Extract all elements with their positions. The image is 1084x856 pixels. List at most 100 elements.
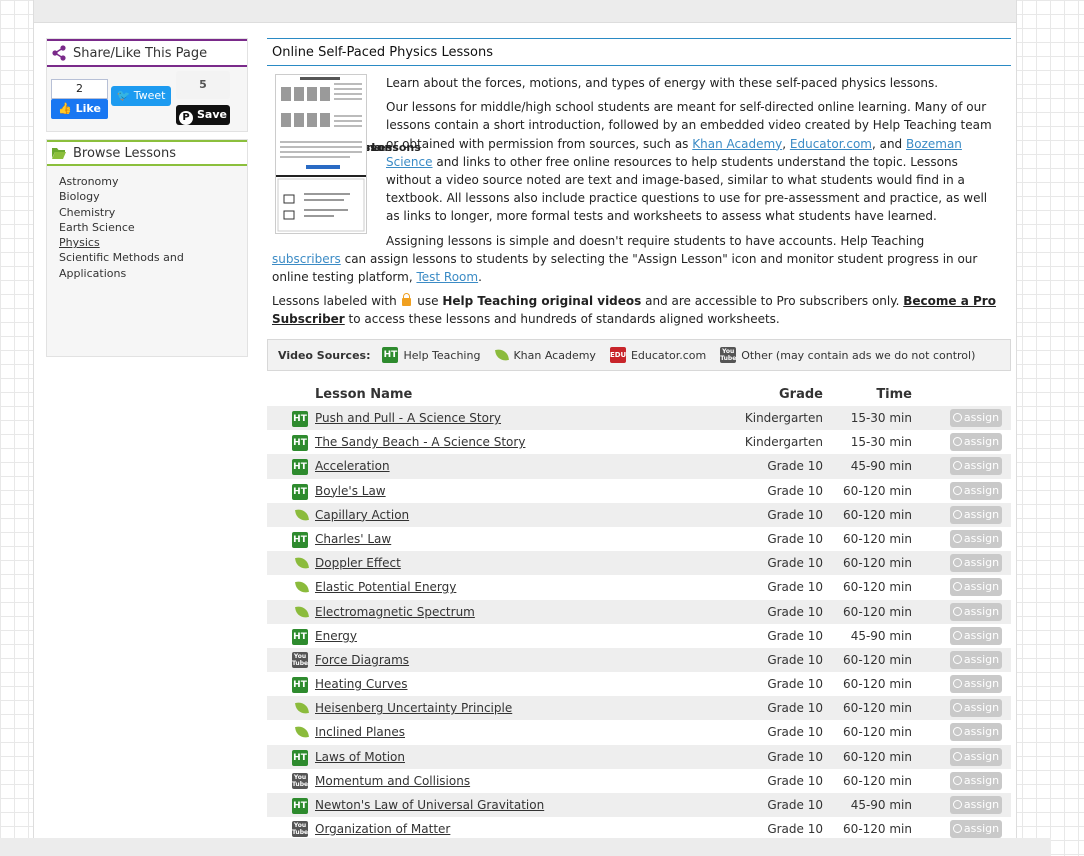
assign-button[interactable]: assign xyxy=(950,699,1002,718)
lesson-link[interactable]: Elastic Potential Energy xyxy=(315,580,456,594)
lesson-time: 45-90 min xyxy=(850,798,912,812)
browse-title: Browse Lessons xyxy=(73,145,176,161)
lesson-link[interactable]: Capillary Action xyxy=(315,508,409,522)
intro-text-span: and are accessible to Pro subscribers on… xyxy=(641,294,904,309)
assign-label: assign xyxy=(963,435,1000,449)
educator-link[interactable]: Educator.com xyxy=(790,137,872,151)
clock-icon xyxy=(952,775,962,785)
browse-header: Browse Lessons xyxy=(47,140,247,166)
table-row: You Tube Momentum and Collisions Grade 10 6… xyxy=(267,769,1011,793)
table-row: HT Energy Grade 10 45-90 min assign xyxy=(267,624,1011,648)
assign-button[interactable]: assign xyxy=(950,578,1002,597)
assign-button[interactable]: assign xyxy=(950,747,1002,766)
lesson-link[interactable]: Acceleration xyxy=(315,459,390,473)
educator-icon: EDU xyxy=(609,347,626,363)
assign-button[interactable]: assign xyxy=(950,796,1002,814)
assign-label: assign xyxy=(963,580,1000,594)
test-room-link[interactable]: Test Room xyxy=(416,270,478,284)
intro-text-span: to access these lessons and hundreds of … xyxy=(344,312,780,327)
separator: , and xyxy=(871,136,906,151)
lesson-link[interactable]: Electromagnetic Spectrum xyxy=(315,605,475,619)
row-source-icon: HT xyxy=(292,410,308,427)
lesson-link[interactable]: Laws of Motion xyxy=(315,750,405,764)
assign-button[interactable]: assign xyxy=(950,433,1002,452)
intro-text-span: Assigning lessons is simple and doesn't … xyxy=(386,233,925,248)
khan-academy-leaf-icon xyxy=(295,507,309,522)
lesson-grade: Grade 10 xyxy=(767,773,823,788)
lesson-link[interactable]: Energy xyxy=(315,629,357,643)
lesson-time: 15-30 min xyxy=(850,411,912,425)
folder-open-icon xyxy=(52,148,66,159)
assign-button[interactable]: assign xyxy=(950,457,1002,476)
assign-label: assign xyxy=(963,822,1000,836)
video-source-label: Help Teaching xyxy=(403,348,481,362)
tweet-button[interactable]: 🐦 Tweet xyxy=(111,86,171,106)
table-row: Electromagnetic Spectrum Grade 10 60-120 m… xyxy=(267,599,1011,624)
share-header: Share/Like This Page xyxy=(47,39,247,67)
lesson-link[interactable]: The Sandy Beach - A Science Story xyxy=(315,435,525,449)
intro-text-span: use xyxy=(413,294,443,309)
lock-icon xyxy=(402,293,412,307)
nav-item[interactable]: Earth Science xyxy=(57,220,247,235)
assign-button[interactable]: assign xyxy=(950,554,1002,573)
lesson-link[interactable]: Boyle's Law xyxy=(315,484,386,498)
video-sources-legend: Video Sources: HT Help Teaching Khan Acade… xyxy=(267,339,1011,371)
lesson-link[interactable]: Momentum and Collisions xyxy=(315,774,470,788)
facebook-like-button[interactable]: 👍 Like xyxy=(51,99,108,119)
lesson-grade: Grade 10 xyxy=(767,652,823,667)
nav-item[interactable]: Biology xyxy=(57,189,247,204)
video-source-label: Khan Academy xyxy=(513,348,596,362)
lesson-time: 60-120 min xyxy=(843,701,912,716)
lesson-time: 60-120 min xyxy=(843,507,912,522)
row-source-icon: You Tube xyxy=(292,821,308,838)
assign-button[interactable]: assign xyxy=(950,675,1002,694)
pinterest-save-button[interactable]: P Save xyxy=(176,105,230,125)
table-row: HT Push and Pull - A Science Story Kinderg… xyxy=(267,406,1011,431)
help-teaching-icon: HT xyxy=(292,483,308,500)
clock-icon xyxy=(952,630,962,640)
table-row: Inclined Planes Grade 10 60-120 min assign xyxy=(267,720,1011,744)
lesson-link[interactable]: Force Diagrams xyxy=(315,653,409,667)
lesson-link[interactable]: Heating Curves xyxy=(315,677,408,691)
clock-icon xyxy=(952,703,962,713)
assign-button[interactable]: assign xyxy=(950,481,1002,500)
page-container: Share/Like This Page 2 👍 Like 🐦 Tweet 5 … xyxy=(33,0,1017,856)
khan-academy-link[interactable]: Khan Academy xyxy=(692,137,782,151)
assign-button[interactable]: assign xyxy=(950,650,1002,669)
table-row: HT Laws of Motion Grade 10 60-120 min assign xyxy=(267,744,1011,769)
lesson-link[interactable]: Inclined Planes xyxy=(315,725,405,739)
pinterest-count: 5 xyxy=(176,71,230,99)
lesson-link[interactable]: Organization of Matter xyxy=(315,822,450,836)
assign-button[interactable]: assign xyxy=(950,529,1002,548)
video-sources-label: Video Sources: xyxy=(278,348,371,362)
assign-button[interactable]: assign xyxy=(950,602,1002,621)
assign-button[interactable]: assign xyxy=(950,771,1002,790)
lesson-link[interactable]: Doppler Effect xyxy=(315,556,401,570)
lesson-link[interactable]: Charles' Law xyxy=(315,532,391,546)
assign-button[interactable]: assign xyxy=(950,505,1002,524)
clock-icon xyxy=(952,558,962,568)
assign-button[interactable]: assign xyxy=(950,409,1002,427)
nav-item[interactable]: Astronomy xyxy=(57,174,247,189)
video-source-item: Khan Academy xyxy=(494,348,596,362)
lesson-table: HT Push and Pull - A Science Story Kinderg… xyxy=(267,406,1011,841)
lesson-time: 45-90 min xyxy=(850,459,912,474)
assign-button[interactable]: assign xyxy=(950,626,1002,645)
lesson-link[interactable]: Push and Pull - A Science Story xyxy=(315,411,501,425)
facebook-like-widget[interactable]: 2 👍 Like xyxy=(51,79,108,119)
nav-item[interactable]: Chemistry xyxy=(57,205,247,220)
khan-academy-leaf-icon xyxy=(295,604,309,619)
khan-academy-leaf-icon xyxy=(295,580,309,595)
lesson-grade: Grade 10 xyxy=(767,483,823,498)
assign-button[interactable]: assign xyxy=(950,820,1002,839)
lesson-time: 60-120 min xyxy=(843,725,912,740)
table-row: HT Boyle's Law Grade 10 60-120 min assign xyxy=(267,479,1011,503)
table-row: HT The Sandy Beach - A Science Story Kinde… xyxy=(267,430,1011,454)
lesson-link[interactable]: Heisenberg Uncertainty Principle xyxy=(315,701,512,715)
share-title: Share/Like This Page xyxy=(73,45,208,61)
subscribers-link[interactable]: subscribers xyxy=(272,252,341,266)
lesson-link[interactable]: Newton's Law of Universal Gravitation xyxy=(315,798,544,812)
nav-item[interactable]: Scientific Methods and Applications xyxy=(57,250,247,281)
nav-item[interactable]: Physics xyxy=(57,235,247,250)
assign-button[interactable]: assign xyxy=(950,723,1002,742)
